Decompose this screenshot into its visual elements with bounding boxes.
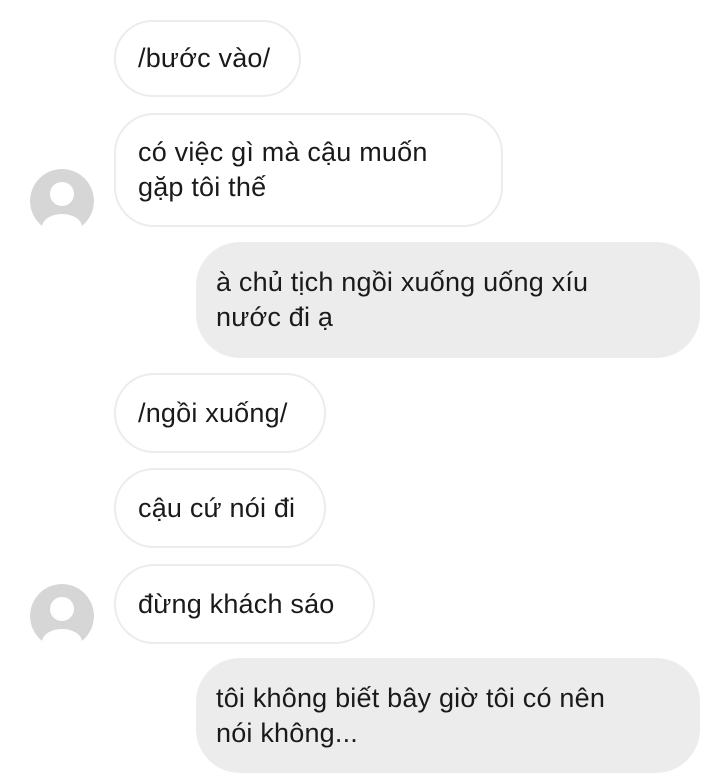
- message-text: cậu cứ nói đi: [138, 492, 296, 523]
- message-bubble-outgoing[interactable]: à chủ tịch ngồi xuống uống xíu nước đi ạ: [196, 242, 700, 358]
- chat-thread: /bước vào/ có việc gì mà cậu muốn gặp tô…: [0, 0, 720, 780]
- default-user-avatar-icon: [30, 169, 94, 233]
- default-user-avatar-icon: [30, 584, 94, 648]
- message-text: đừng khách sáo: [138, 588, 335, 619]
- message-bubble-incoming[interactable]: có việc gì mà cậu muốn gặp tôi thế: [114, 113, 503, 227]
- message-bubble-outgoing[interactable]: tôi không biết bây giờ tôi có nên nói kh…: [196, 658, 700, 773]
- message-bubble-incoming[interactable]: cậu cứ nói đi: [114, 468, 326, 548]
- message-bubble-incoming[interactable]: /ngồi xuống/: [114, 373, 326, 453]
- avatar[interactable]: [30, 169, 94, 233]
- avatar[interactable]: [30, 584, 94, 648]
- message-text: có việc gì mà cậu muốn gặp tôi thế: [138, 137, 428, 202]
- message-text: /bước vào/: [138, 43, 271, 73]
- message-text: /ngồi xuống/: [138, 397, 288, 428]
- message-bubble-incoming[interactable]: /bước vào/: [114, 20, 301, 97]
- message-text: tôi không biết bây giờ tôi có nên nói kh…: [216, 682, 606, 748]
- message-text: à chủ tịch ngồi xuống uống xíu nước đi ạ: [216, 267, 589, 332]
- message-bubble-incoming[interactable]: đừng khách sáo: [114, 564, 375, 644]
